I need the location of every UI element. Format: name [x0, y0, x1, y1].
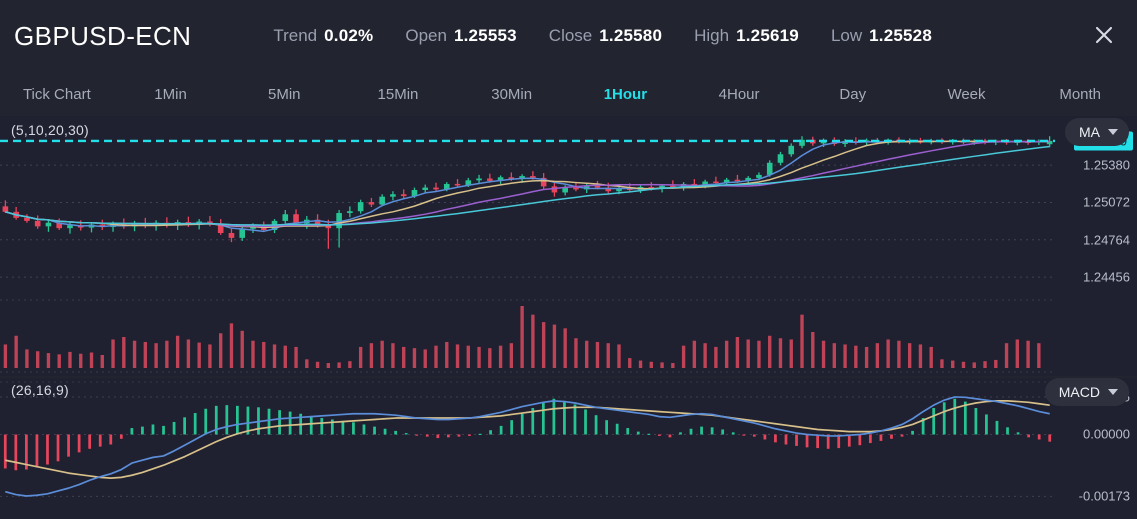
stat-value: 0.02%: [324, 26, 373, 46]
macd-indicator-button[interactable]: MACD: [1045, 378, 1129, 406]
symbol-title: GBPUSD-ECN: [14, 21, 191, 52]
price-plot: [0, 116, 1137, 376]
stat-label: Close: [549, 26, 592, 46]
chart-header: GBPUSD-ECN Trend 0.02% Open 1.25553 Clos…: [0, 0, 1137, 72]
price-axis-tick: 1.24456: [1083, 270, 1130, 285]
stat-label: Trend: [273, 26, 317, 46]
ma-params-label: (5,10,20,30): [11, 122, 89, 138]
stat-value: 1.25528: [869, 26, 932, 46]
stat-label: Open: [405, 26, 447, 46]
macd-plot: [0, 378, 1137, 519]
timeframe-tabs: Tick Chart 1Min 5Min 15Min 30Min 1Hour 4…: [0, 72, 1137, 116]
stat-low: Low 1.25528: [831, 26, 932, 46]
close-icon: [1093, 24, 1115, 46]
tab-tick-chart[interactable]: Tick Chart: [0, 86, 114, 103]
chevron-down-icon: [1108, 389, 1118, 395]
tab-day[interactable]: Day: [796, 86, 910, 103]
macd-params-label: (26,16,9): [11, 382, 69, 398]
tab-15min[interactable]: 15Min: [341, 86, 455, 103]
stat-value: 1.25553: [454, 26, 517, 46]
stat-trend: Trend 0.02%: [273, 26, 373, 46]
macd-indicator-label: MACD: [1059, 384, 1100, 400]
stat-label: Low: [831, 26, 862, 46]
price-axis: 1.255801.253801.250721.247641.24456: [1055, 116, 1137, 376]
price-pane[interactable]: (5,10,20,30) MA 1.255801.253801.250721.2…: [0, 116, 1137, 376]
chevron-down-icon: [1108, 129, 1118, 135]
macd-axis-tick: 0.00000: [1083, 427, 1130, 442]
stat-close: Close 1.25580: [549, 26, 662, 46]
tab-week[interactable]: Week: [910, 86, 1024, 103]
tab-month[interactable]: Month: [1023, 86, 1137, 103]
chart-window: GBPUSD-ECN Trend 0.02% Open 1.25553 Clos…: [0, 0, 1137, 519]
macd-axis-tick: -0.00173: [1079, 489, 1130, 504]
price-axis-tick: 1.25380: [1083, 158, 1130, 173]
tab-5min[interactable]: 5Min: [227, 86, 341, 103]
stat-value: 1.25619: [736, 26, 799, 46]
tab-1hour[interactable]: 1Hour: [569, 86, 683, 103]
stat-value: 1.25580: [599, 26, 662, 46]
macd-pane[interactable]: (26,16,9) MACD 0.001050.00000-0.00173: [0, 378, 1137, 519]
tab-4hour[interactable]: 4Hour: [682, 86, 796, 103]
quote-stats: Trend 0.02% Open 1.25553 Close 1.25580 H…: [273, 26, 964, 46]
ma-indicator-button[interactable]: MA: [1065, 118, 1129, 146]
close-button[interactable]: [1087, 18, 1121, 52]
tab-30min[interactable]: 30Min: [455, 86, 569, 103]
price-axis-tick: 1.25072: [1083, 195, 1130, 210]
stat-open: Open 1.25553: [405, 26, 516, 46]
tab-1min[interactable]: 1Min: [114, 86, 228, 103]
price-axis-tick: 1.24764: [1083, 232, 1130, 247]
ma-indicator-label: MA: [1079, 124, 1100, 140]
chart-area: (5,10,20,30) MA 1.255801.253801.250721.2…: [0, 116, 1137, 519]
stat-label: High: [694, 26, 729, 46]
stat-high: High 1.25619: [694, 26, 799, 46]
